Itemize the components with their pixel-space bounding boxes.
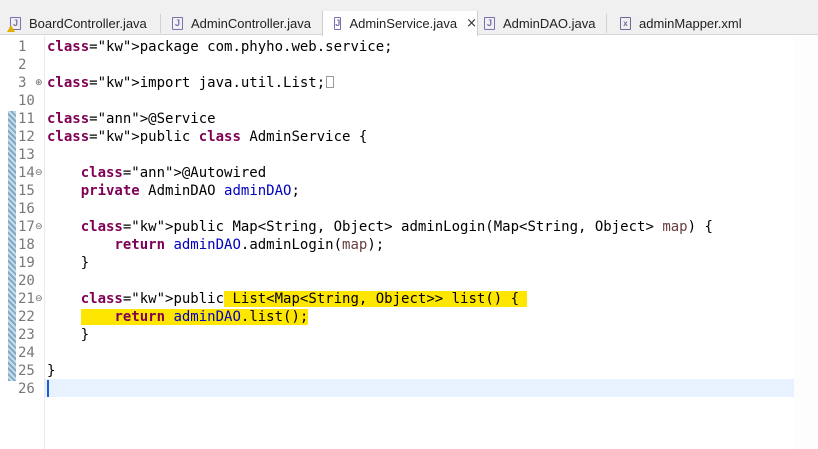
collapsed-imports-icon[interactable] — [326, 76, 335, 88]
code-line[interactable]: private AdminDAO adminDAO; — [47, 182, 300, 200]
line-number: 21 — [18, 291, 35, 307]
line-number: 13 — [18, 147, 35, 163]
code-line[interactable]: class="ann">@Autowired — [47, 164, 266, 182]
code-line[interactable]: class="kw">public Map<String, Object> ad… — [47, 218, 713, 236]
fold-collapse-icon[interactable]: ⊖ — [35, 218, 43, 236]
fold-collapse-icon[interactable]: ⊖ — [35, 290, 43, 308]
editor-tab-bar: J BoardController.java J AdminController… — [0, 0, 818, 36]
code-line[interactable]: class="kw">public List<Map<String, Objec… — [47, 290, 528, 308]
java-file-icon: J — [334, 17, 342, 30]
tab-separator — [606, 14, 607, 33]
code-line[interactable]: class="kw">public class AdminService { — [47, 128, 367, 146]
line-number: 11 — [18, 111, 35, 127]
close-icon[interactable]: × — [466, 16, 477, 31]
code-line[interactable]: } — [47, 362, 55, 380]
fold-collapse-icon[interactable]: ⊖ — [35, 164, 43, 182]
line-number: 18 — [18, 237, 35, 253]
line-number: 24 — [18, 345, 35, 361]
line-number: 12 — [18, 129, 35, 145]
overview-ruler[interactable] — [794, 36, 818, 449]
java-file-warning-icon: J — [7, 17, 21, 32]
line-number: 2 — [18, 57, 27, 73]
line-number: 23 — [18, 327, 35, 343]
line-number: 3 — [18, 75, 27, 91]
code-line[interactable]: } — [47, 254, 89, 272]
line-number: 14 — [18, 165, 35, 181]
quick-diff-change-bar — [8, 111, 16, 381]
java-file-icon: J — [484, 17, 495, 30]
tab-admindao[interactable]: J AdminDAO.java — [484, 12, 595, 35]
code-line[interactable]: return adminDAO.list(); — [47, 308, 309, 326]
tab-adminmapper[interactable]: x adminMapper.xml — [620, 12, 742, 35]
line-number: 19 — [18, 255, 35, 271]
line-number: 22 — [18, 309, 35, 325]
current-line-highlight — [45, 379, 794, 397]
code-line[interactable]: class="ann">@Service — [47, 110, 216, 128]
tab-adminservice[interactable]: J AdminService.java × — [322, 11, 478, 36]
tab-boardcontroller[interactable]: J BoardController.java — [7, 12, 147, 35]
line-number: 26 — [18, 381, 35, 397]
code-line[interactable]: class="kw">import java.util.List; — [47, 74, 335, 92]
line-number: 1 — [18, 39, 27, 55]
line-number: 25 — [18, 363, 35, 379]
tab-separator — [160, 14, 161, 33]
tab-label: AdminController.java — [191, 16, 311, 31]
line-number: 16 — [18, 201, 35, 217]
line-number: 10 — [18, 93, 35, 109]
tab-admincontroller[interactable]: J AdminController.java — [172, 12, 311, 35]
code-line[interactable]: } — [47, 326, 89, 344]
code-line[interactable]: return adminDAO.adminLogin(map); — [47, 236, 384, 254]
fold-expand-icon[interactable]: ⊕ — [35, 74, 43, 92]
tab-label: BoardController.java — [29, 16, 147, 31]
line-number: 17 — [18, 219, 35, 235]
line-number: 20 — [18, 273, 35, 289]
code-editor[interactable]: 1 2 3 10 11 12 13 14 15 16 17 18 19 20 2… — [0, 36, 818, 449]
tab-label: adminMapper.xml — [639, 16, 742, 31]
tab-label: AdminService.java — [349, 16, 458, 31]
java-file-icon: J — [172, 17, 183, 30]
text-caret — [47, 380, 49, 397]
code-line[interactable]: class="kw">package com.phyho.web.service… — [47, 38, 393, 56]
tab-label: AdminDAO.java — [503, 16, 596, 31]
xml-file-icon: x — [620, 17, 631, 30]
line-number: 15 — [18, 183, 35, 199]
